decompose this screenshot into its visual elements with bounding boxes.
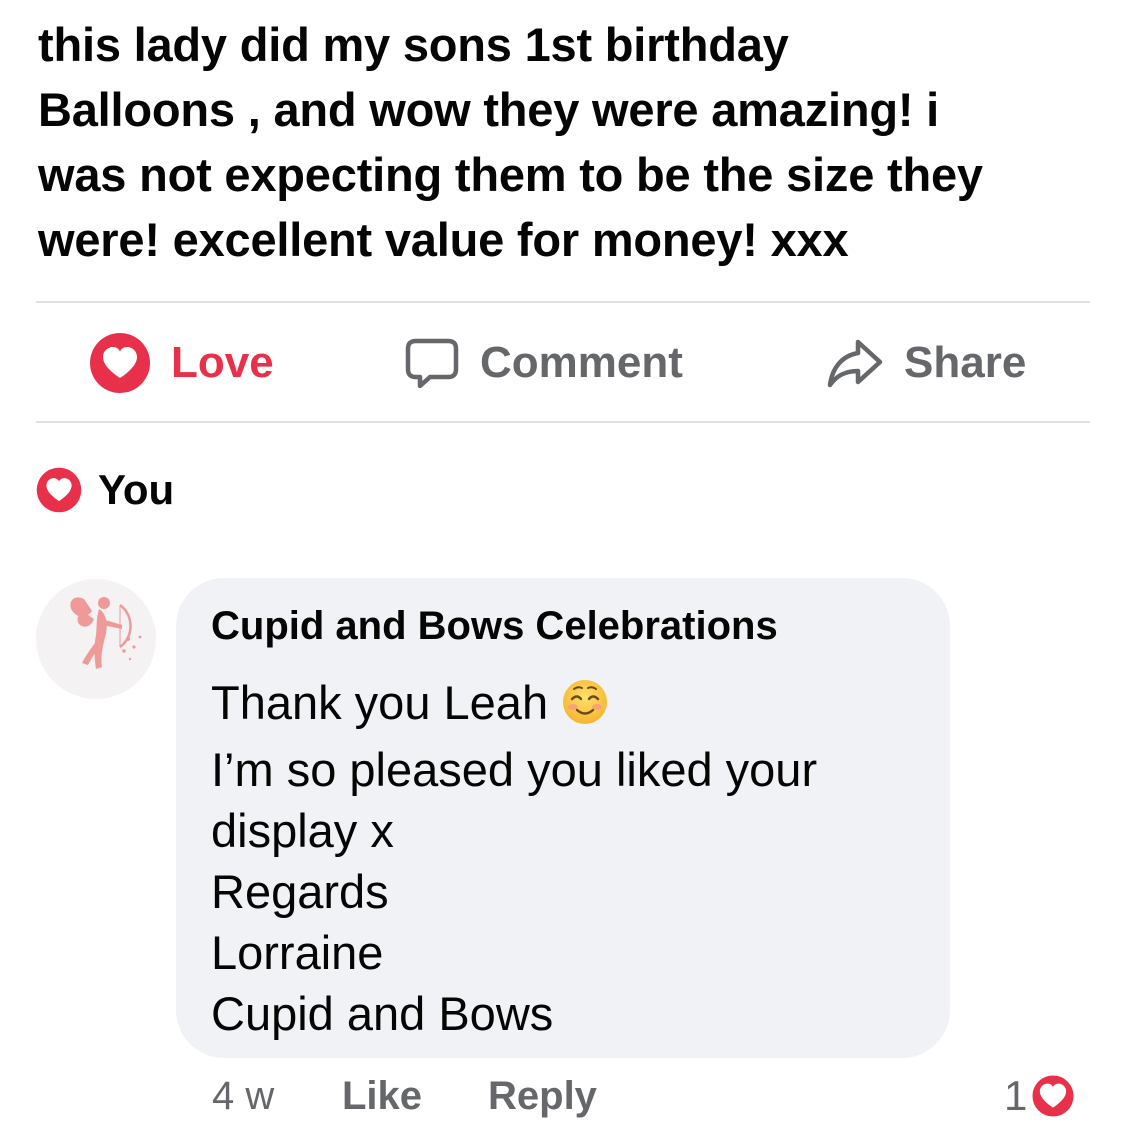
comment-line-3: display x bbox=[211, 804, 394, 857]
post-text-line: this lady did my sons 1st birthday bbox=[38, 18, 789, 71]
divider-top bbox=[36, 301, 1090, 303]
comment-line-2: I’m so pleased you liked your bbox=[211, 743, 818, 796]
comment-reaction-count[interactable]: 1 bbox=[1004, 1072, 1077, 1120]
love-button[interactable]: Love bbox=[89, 304, 274, 422]
comment-body: Thank you Leah I’m so pleased you liked … bbox=[211, 672, 817, 1044]
comment-line-1: Thank you Leah bbox=[211, 672, 817, 739]
comment-line-4: Regards bbox=[211, 865, 389, 918]
share-label: Share bbox=[904, 338, 1027, 387]
heart-reaction-icon bbox=[36, 467, 82, 513]
avatar[interactable] bbox=[36, 579, 156, 699]
cupid-logo bbox=[70, 597, 142, 669]
comment-line-5: Lorraine bbox=[211, 926, 384, 979]
comment-reply-button[interactable]: Reply bbox=[488, 1074, 597, 1119]
heart-icon bbox=[89, 332, 151, 394]
comment-author[interactable]: Cupid and Bows Celebrations bbox=[211, 604, 778, 649]
comment-label: Comment bbox=[480, 338, 683, 387]
reactions-summary[interactable]: You bbox=[36, 462, 174, 518]
reactor-name: You bbox=[98, 466, 175, 513]
love-label: Love bbox=[171, 338, 274, 387]
smiling-face-emoji-icon bbox=[562, 678, 608, 739]
comment-button[interactable]: Comment bbox=[404, 304, 683, 422]
post-text-line: Balloons , and wow they were amazing! i bbox=[38, 83, 940, 136]
comment-timestamp: 4 w bbox=[212, 1074, 275, 1118]
action-bar: Love Comment Share bbox=[0, 304, 1125, 422]
heart-icon bbox=[1029, 1072, 1077, 1120]
share-arrow-icon bbox=[826, 338, 884, 388]
comment-like-button[interactable]: Like bbox=[342, 1074, 422, 1119]
post-text-line: were! excellent value for money! xxx bbox=[38, 213, 849, 266]
comment-line-text: Thank you Leah bbox=[211, 676, 549, 729]
share-button[interactable]: Share bbox=[826, 304, 1026, 422]
post-text: this lady did my sons 1st birthday Ballo… bbox=[38, 12, 1098, 272]
comment-bubble: Cupid and Bows Celebrations Thank you Le… bbox=[176, 578, 950, 1058]
comment-line-6: Cupid and Bows bbox=[211, 987, 554, 1040]
comment-bubble-icon bbox=[404, 335, 460, 391]
reaction-count-value: 1 bbox=[1004, 1072, 1028, 1119]
post-text-line: was not expecting them to be the size th… bbox=[38, 148, 983, 201]
divider-bottom bbox=[36, 421, 1090, 423]
